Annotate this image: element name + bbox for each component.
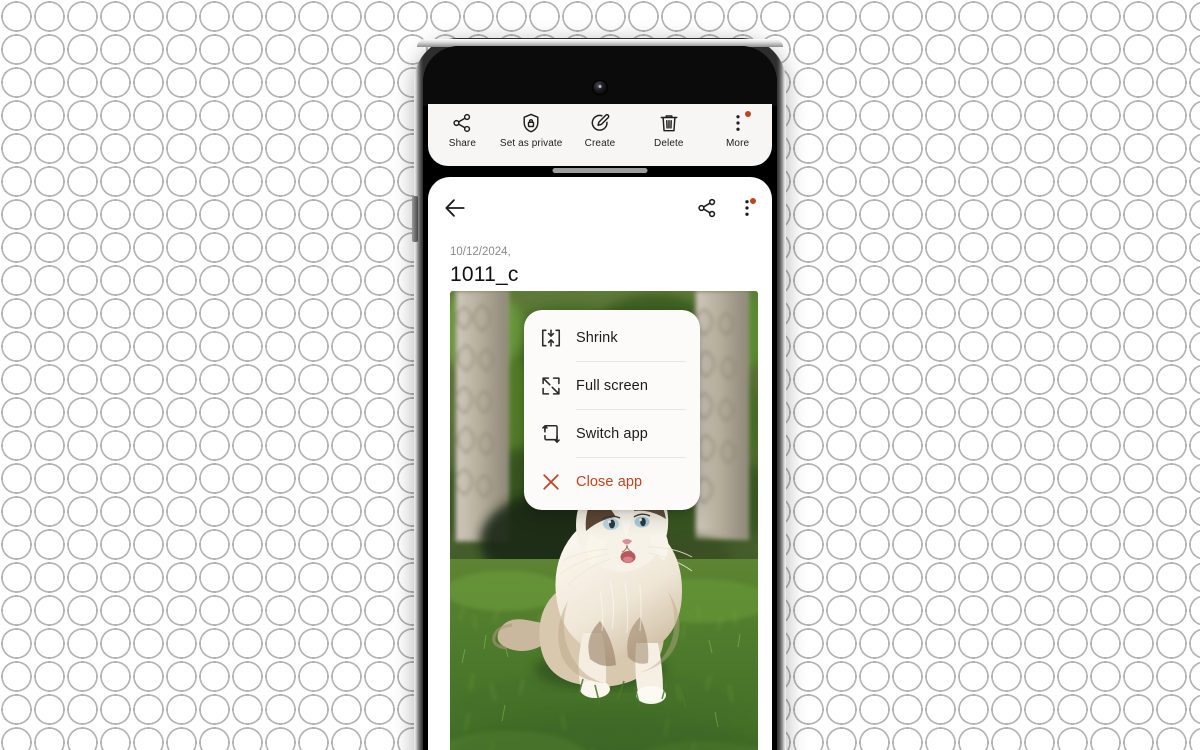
menu-label-shrink: Shrink xyxy=(576,330,618,346)
toolbar-item-set-as-private[interactable]: Set as private xyxy=(500,112,562,149)
menu-item-shrink[interactable]: Shrink xyxy=(524,314,700,362)
window-control-toolbar: Share Set as private Create Delete More xyxy=(428,104,772,166)
share-icon xyxy=(453,113,471,133)
shrink-icon xyxy=(541,329,561,347)
photo-date: 10/12/2024, xyxy=(450,246,511,258)
menu-label-switch-app: Switch app xyxy=(576,426,648,442)
toolbar-item-delete[interactable]: Delete xyxy=(638,112,700,149)
more-badge-dot xyxy=(744,111,751,117)
toolbar-item-share[interactable]: Share xyxy=(431,112,493,149)
toolbar-label-set-as-private: Set as private xyxy=(499,138,563,149)
toolbar-item-more[interactable]: More xyxy=(707,111,769,149)
app-more-button[interactable] xyxy=(736,197,758,219)
window-options-popup-menu: Shrink Full screen Switch app Close app xyxy=(524,310,700,510)
menu-label-close-app: Close app xyxy=(576,474,643,490)
toolbar-label-create: Create xyxy=(584,138,616,149)
app-header-bar xyxy=(428,177,772,239)
menu-item-full-screen[interactable]: Full screen xyxy=(524,362,700,410)
toolbar-item-create[interactable]: Create xyxy=(569,112,631,149)
fullscreen-icon xyxy=(542,377,560,395)
window-drag-handle[interactable] xyxy=(552,168,648,173)
close-x-icon xyxy=(543,474,559,490)
phone-side-button[interactable] xyxy=(412,196,418,242)
shield-lock-icon xyxy=(523,113,539,133)
front-camera-icon xyxy=(593,81,607,94)
camera-glint xyxy=(598,85,601,88)
wallpaper-background: Share Set as private Create Delete More … xyxy=(0,0,1200,750)
toolbar-label-delete: Delete xyxy=(654,138,684,149)
menu-label-full-screen: Full screen xyxy=(576,378,649,394)
back-arrow-icon[interactable] xyxy=(442,195,468,221)
screen-bezel-top xyxy=(423,46,777,106)
photo-meta-block: 10/12/2024, 1011_c xyxy=(450,245,750,288)
toolbar-label-share: Share xyxy=(448,138,476,149)
gallery-app-window: 10/12/2024, 1011_c Shrink Full screen Sw… xyxy=(428,177,772,750)
menu-item-switch-app[interactable]: Switch app xyxy=(524,410,700,458)
share-icon[interactable] xyxy=(696,197,718,219)
photo-filename: 1011_c xyxy=(450,263,519,286)
create-pencil-icon xyxy=(591,114,610,131)
app-more-badge-dot xyxy=(750,198,756,204)
menu-item-close-app[interactable]: Close app xyxy=(524,458,700,506)
trash-icon xyxy=(660,115,678,132)
switch-app-icon xyxy=(542,424,560,443)
phone-screen: Share Set as private Create Delete More … xyxy=(423,46,777,750)
toolbar-label-more: More xyxy=(725,138,750,149)
phone-device: Share Set as private Create Delete More … xyxy=(412,38,786,750)
